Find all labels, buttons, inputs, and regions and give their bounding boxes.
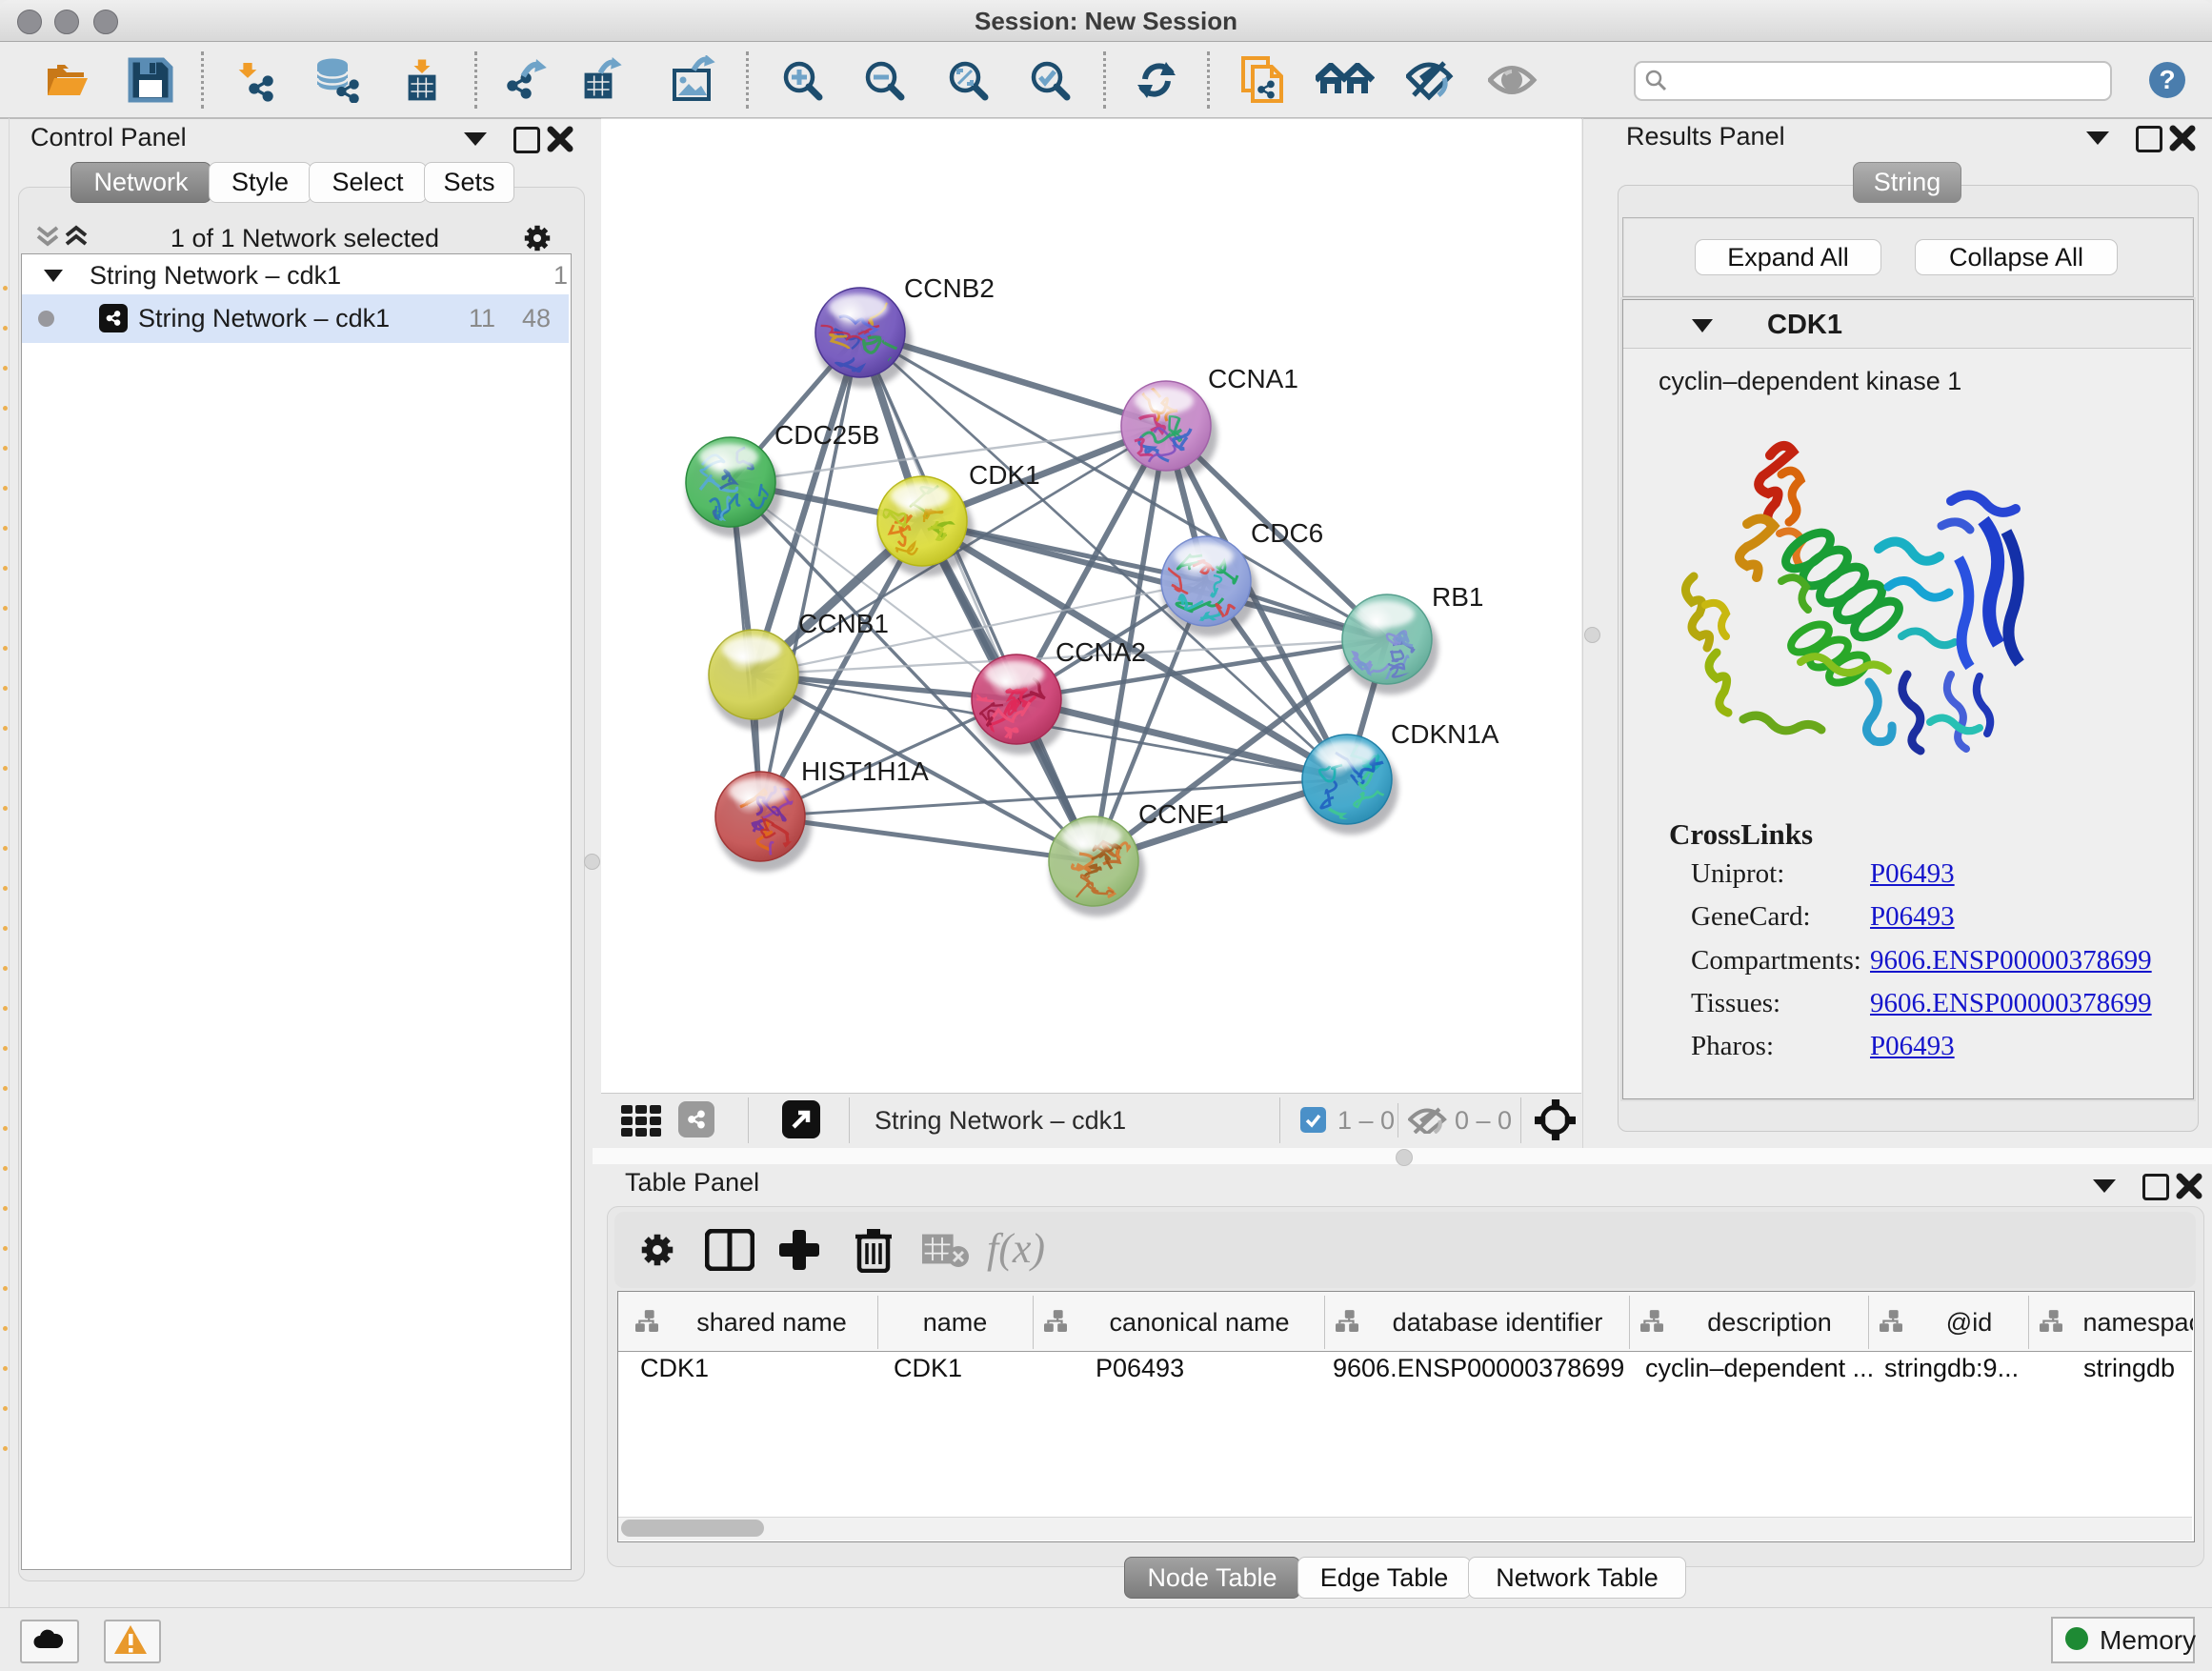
svg-text:CCNA2: CCNA2 — [1056, 637, 1146, 667]
svg-text:CCNA1: CCNA1 — [1208, 364, 1298, 393]
svg-text:HIST1H1A: HIST1H1A — [801, 756, 929, 786]
svg-text:?: ? — [2159, 65, 2175, 94]
svg-text:CDC6: CDC6 — [1251, 518, 1323, 548]
svg-text:CCNE1: CCNE1 — [1138, 799, 1229, 829]
svg-text:CDC25B: CDC25B — [774, 420, 879, 450]
svg-text:CDKN1A: CDKN1A — [1391, 719, 1499, 749]
svg-text:RB1: RB1 — [1432, 582, 1483, 612]
svg-text:CDK1: CDK1 — [969, 460, 1040, 490]
svg-text:CCNB1: CCNB1 — [798, 609, 889, 638]
svg-text:CCNB2: CCNB2 — [904, 273, 995, 303]
